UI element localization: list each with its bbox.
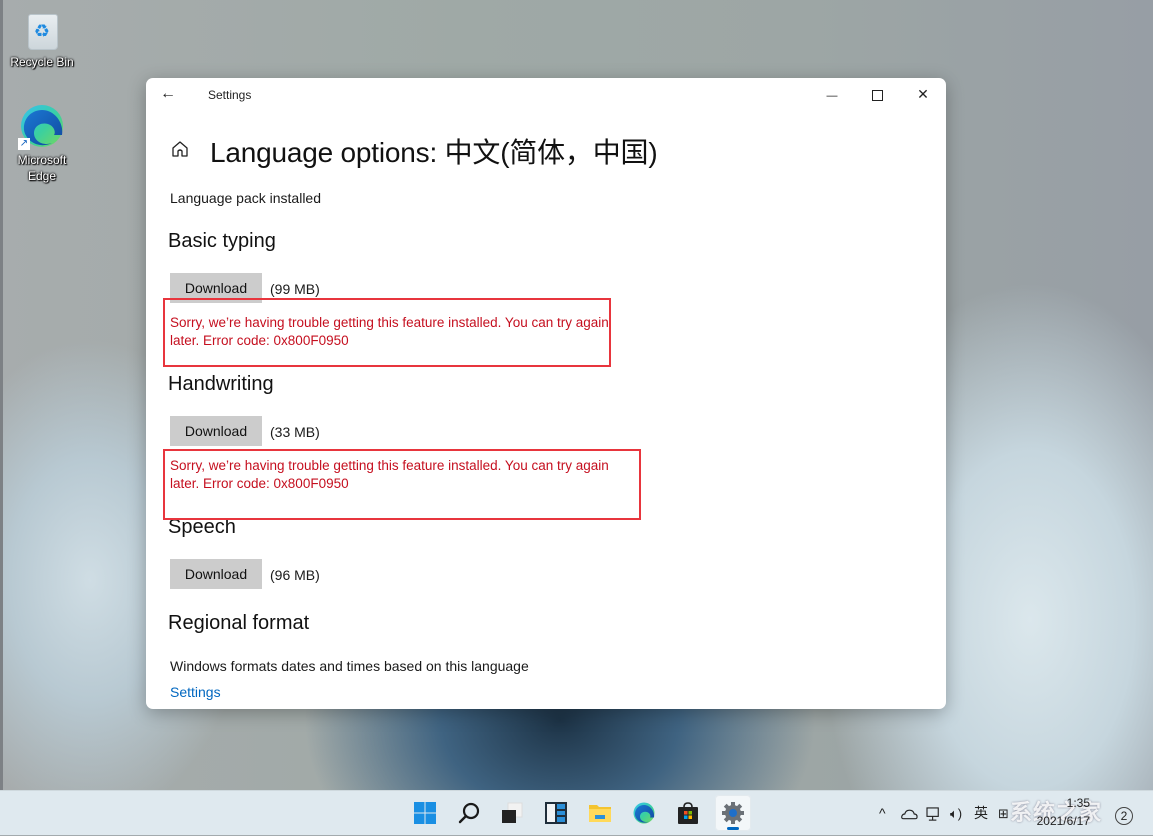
settings-window: ← Settings — ✕ Language options: 中文(简体，中… [146,78,946,709]
edge-icon [633,802,655,824]
download-handwriting-button[interactable]: Download [170,416,262,446]
file-explorer-button[interactable] [582,795,618,831]
ime-mode-icon: ⊞ [998,806,1009,821]
minimize-button[interactable]: — [809,78,855,110]
close-button[interactable]: ✕ [900,78,946,110]
settings-taskbar-button[interactable] [715,795,751,831]
section-heading-regional-format: Regional format [168,612,310,634]
store-icon [678,802,698,824]
onedrive-cloud-icon [901,809,918,820]
task-view-icon [502,802,523,823]
app-title: Settings [208,88,252,102]
clock-time: 1:35 [1066,796,1090,810]
maximize-button[interactable] [854,78,900,110]
desktop-icon-label: Recycle Bin [10,55,74,69]
download-size: (99 MB) [270,281,320,297]
desktop-icon-label: Microsoft Edge [17,153,67,183]
start-button[interactable] [407,795,443,831]
ime-mode-button[interactable]: ⊞ [998,791,1009,835]
input-method-button[interactable]: 英 [974,791,988,835]
widgets-icon [545,802,567,824]
back-arrow-icon: ← [160,85,176,102]
network-button[interactable] [926,791,943,835]
widgets-button[interactable] [538,795,574,831]
screen-edge [0,0,3,790]
notification-count-badge: 2 [1115,807,1133,825]
page-title: Language options: 中文(简体，中国) [210,137,658,168]
clock[interactable]: 1:35 2021/6/17 [1030,794,1090,830]
home-icon[interactable] [170,139,190,159]
shortcut-arrow-icon: ↗ [18,138,30,150]
desktop-icon-edge[interactable]: ↗ Microsoft Edge [7,102,77,184]
ime-label: 英 [974,805,988,821]
speaker-icon: 🔈︎) [950,806,963,821]
start-icon [414,802,436,824]
show-hidden-icons-button[interactable]: ^ [879,791,886,835]
regional-format-description: Windows formats dates and times based on… [170,658,529,674]
search-button[interactable] [451,795,487,831]
edge-icon: ↗ [18,102,66,150]
close-icon: ✕ [917,86,929,102]
clock-date: 2021/6/17 [1036,814,1090,828]
download-speech-button[interactable]: Download [170,559,262,589]
download-size: (96 MB) [270,567,320,583]
task-view-button[interactable] [494,795,530,831]
maximize-icon [871,89,883,101]
download-size: (33 MB) [270,424,320,440]
store-button[interactable] [670,795,706,831]
chevron-up-icon: ^ [879,805,886,821]
language-pack-status: Language pack installed [170,190,322,206]
taskbar: ^ 🔈︎) 英 ⊞ 系统之家 1:35 2021/6/17 2 [0,790,1153,835]
edge-taskbar-button[interactable] [626,795,662,831]
title-bar[interactable]: ← Settings — ✕ [146,78,946,112]
section-heading-basic-typing: Basic typing [168,230,276,252]
annotation-box [163,449,641,520]
section-heading-handwriting: Handwriting [168,373,274,395]
desktop-icon-recycle-bin[interactable]: ♻ Recycle Bin [7,2,77,70]
active-app-indicator [727,827,739,830]
annotation-box [163,298,611,367]
search-icon [458,802,480,824]
notification-center-button[interactable]: 2 [1112,801,1136,825]
back-button[interactable]: ← [160,84,182,104]
regional-settings-link[interactable]: Settings [170,684,221,700]
network-icon [926,807,939,821]
file-explorer-icon [589,805,611,822]
recycle-bin-icon: ♻ [24,10,60,50]
settings-icon [722,802,744,824]
onedrive-button[interactable] [901,791,918,835]
minimize-icon: — [826,90,838,102]
volume-button[interactable]: 🔈︎) [950,791,962,835]
